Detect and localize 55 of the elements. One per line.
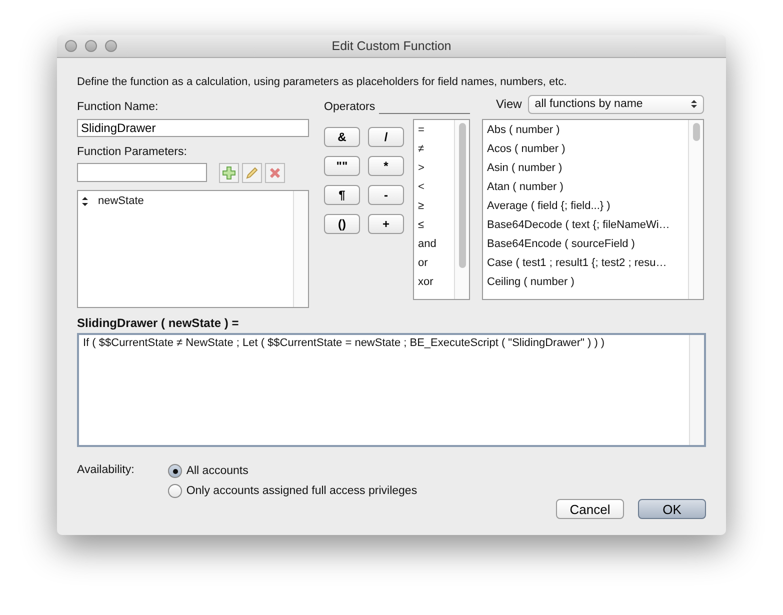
operator-button[interactable]: "" bbox=[324, 156, 360, 176]
window-control-button[interactable] bbox=[65, 40, 77, 52]
parameter-field[interactable] bbox=[77, 163, 207, 182]
operator-button[interactable]: / bbox=[368, 127, 404, 147]
function-item[interactable]: Atan ( number ) bbox=[487, 178, 688, 197]
operator-item[interactable]: ≤ bbox=[418, 216, 454, 235]
formula-editor[interactable]: If ( $$CurrentState ≠ NewState ; Let ( $$CurrentState = newState ; BE_ExecuteScript ( "SlidingDrawer" ) ) ) bbox=[77, 333, 706, 447]
view-label: View bbox=[496, 97, 522, 111]
window-title: Edit Custom Function bbox=[330, 39, 452, 53]
radio-button[interactable] bbox=[168, 464, 182, 478]
operator-button[interactable]: + bbox=[368, 214, 404, 234]
function-item[interactable]: Ceiling ( number ) bbox=[487, 273, 688, 292]
operator-item[interactable]: > bbox=[418, 159, 454, 178]
scrollbar[interactable] bbox=[293, 190, 308, 307]
scrollbar[interactable] bbox=[688, 120, 703, 299]
view-dropdown[interactable]: all functions by name bbox=[528, 94, 704, 114]
radio-button[interactable] bbox=[168, 484, 182, 498]
operator-item[interactable]: < bbox=[418, 178, 454, 197]
function-item[interactable]: Acos ( number ) bbox=[487, 140, 688, 159]
parameter-item[interactable]: newState bbox=[82, 192, 293, 211]
function-item[interactable]: Base64Encode ( sourceField ) bbox=[487, 235, 688, 254]
operator-button[interactable]: ¶ bbox=[324, 185, 360, 205]
operator-item[interactable]: ≥ bbox=[418, 197, 454, 216]
function-item[interactable]: Asin ( number ) bbox=[487, 159, 688, 178]
operator-item[interactable]: and bbox=[418, 235, 454, 254]
function-item[interactable]: Average ( field {; field...} ) bbox=[487, 197, 688, 216]
scrollbar[interactable] bbox=[454, 120, 469, 299]
operator-item[interactable]: ≠ bbox=[418, 140, 454, 159]
radio-option[interactable]: Only accounts assigned full access privileges bbox=[168, 484, 418, 498]
operator-button[interactable]: () bbox=[324, 214, 360, 234]
window-control-button[interactable] bbox=[105, 40, 117, 52]
operator-button[interactable]: - bbox=[368, 185, 404, 205]
add-icon[interactable] bbox=[219, 162, 239, 183]
operator-button[interactable]: & bbox=[324, 127, 360, 147]
function-item[interactable]: Case ( test1 ; result1 {; test2 ; resu… bbox=[487, 254, 688, 273]
field-label: Function Parameters: bbox=[77, 146, 188, 160]
pencil-icon[interactable] bbox=[242, 162, 262, 183]
operators-label: Operators bbox=[324, 101, 376, 115]
cancel-button[interactable]: Cancel bbox=[556, 499, 624, 519]
function-item[interactable]: Base64Decode ( text {; fileNameWi… bbox=[487, 216, 688, 235]
field-label: Function Name: bbox=[77, 101, 160, 115]
operator-button[interactable]: * bbox=[368, 156, 404, 176]
function-name-field[interactable]: SlidingDrawer bbox=[77, 118, 309, 138]
availability-label: Availability: bbox=[77, 464, 134, 478]
window-control-button[interactable] bbox=[85, 40, 97, 52]
radio-option[interactable]: All accounts bbox=[168, 464, 418, 478]
function-item[interactable]: Abs ( number ) bbox=[487, 121, 688, 140]
operator-item[interactable]: or bbox=[418, 254, 454, 273]
formula-label: SlidingDrawer ( newState ) = bbox=[77, 316, 240, 332]
ok-button[interactable]: OK bbox=[638, 499, 706, 519]
operator-item[interactable]: xor bbox=[418, 273, 454, 292]
operator-item[interactable]: = bbox=[418, 121, 454, 140]
description-text: Define the function as a calculation, using parameters as placeholders for field names, numbers, etc. bbox=[77, 76, 568, 88]
stepper-icon bbox=[691, 99, 697, 109]
delete-icon[interactable] bbox=[265, 162, 285, 183]
